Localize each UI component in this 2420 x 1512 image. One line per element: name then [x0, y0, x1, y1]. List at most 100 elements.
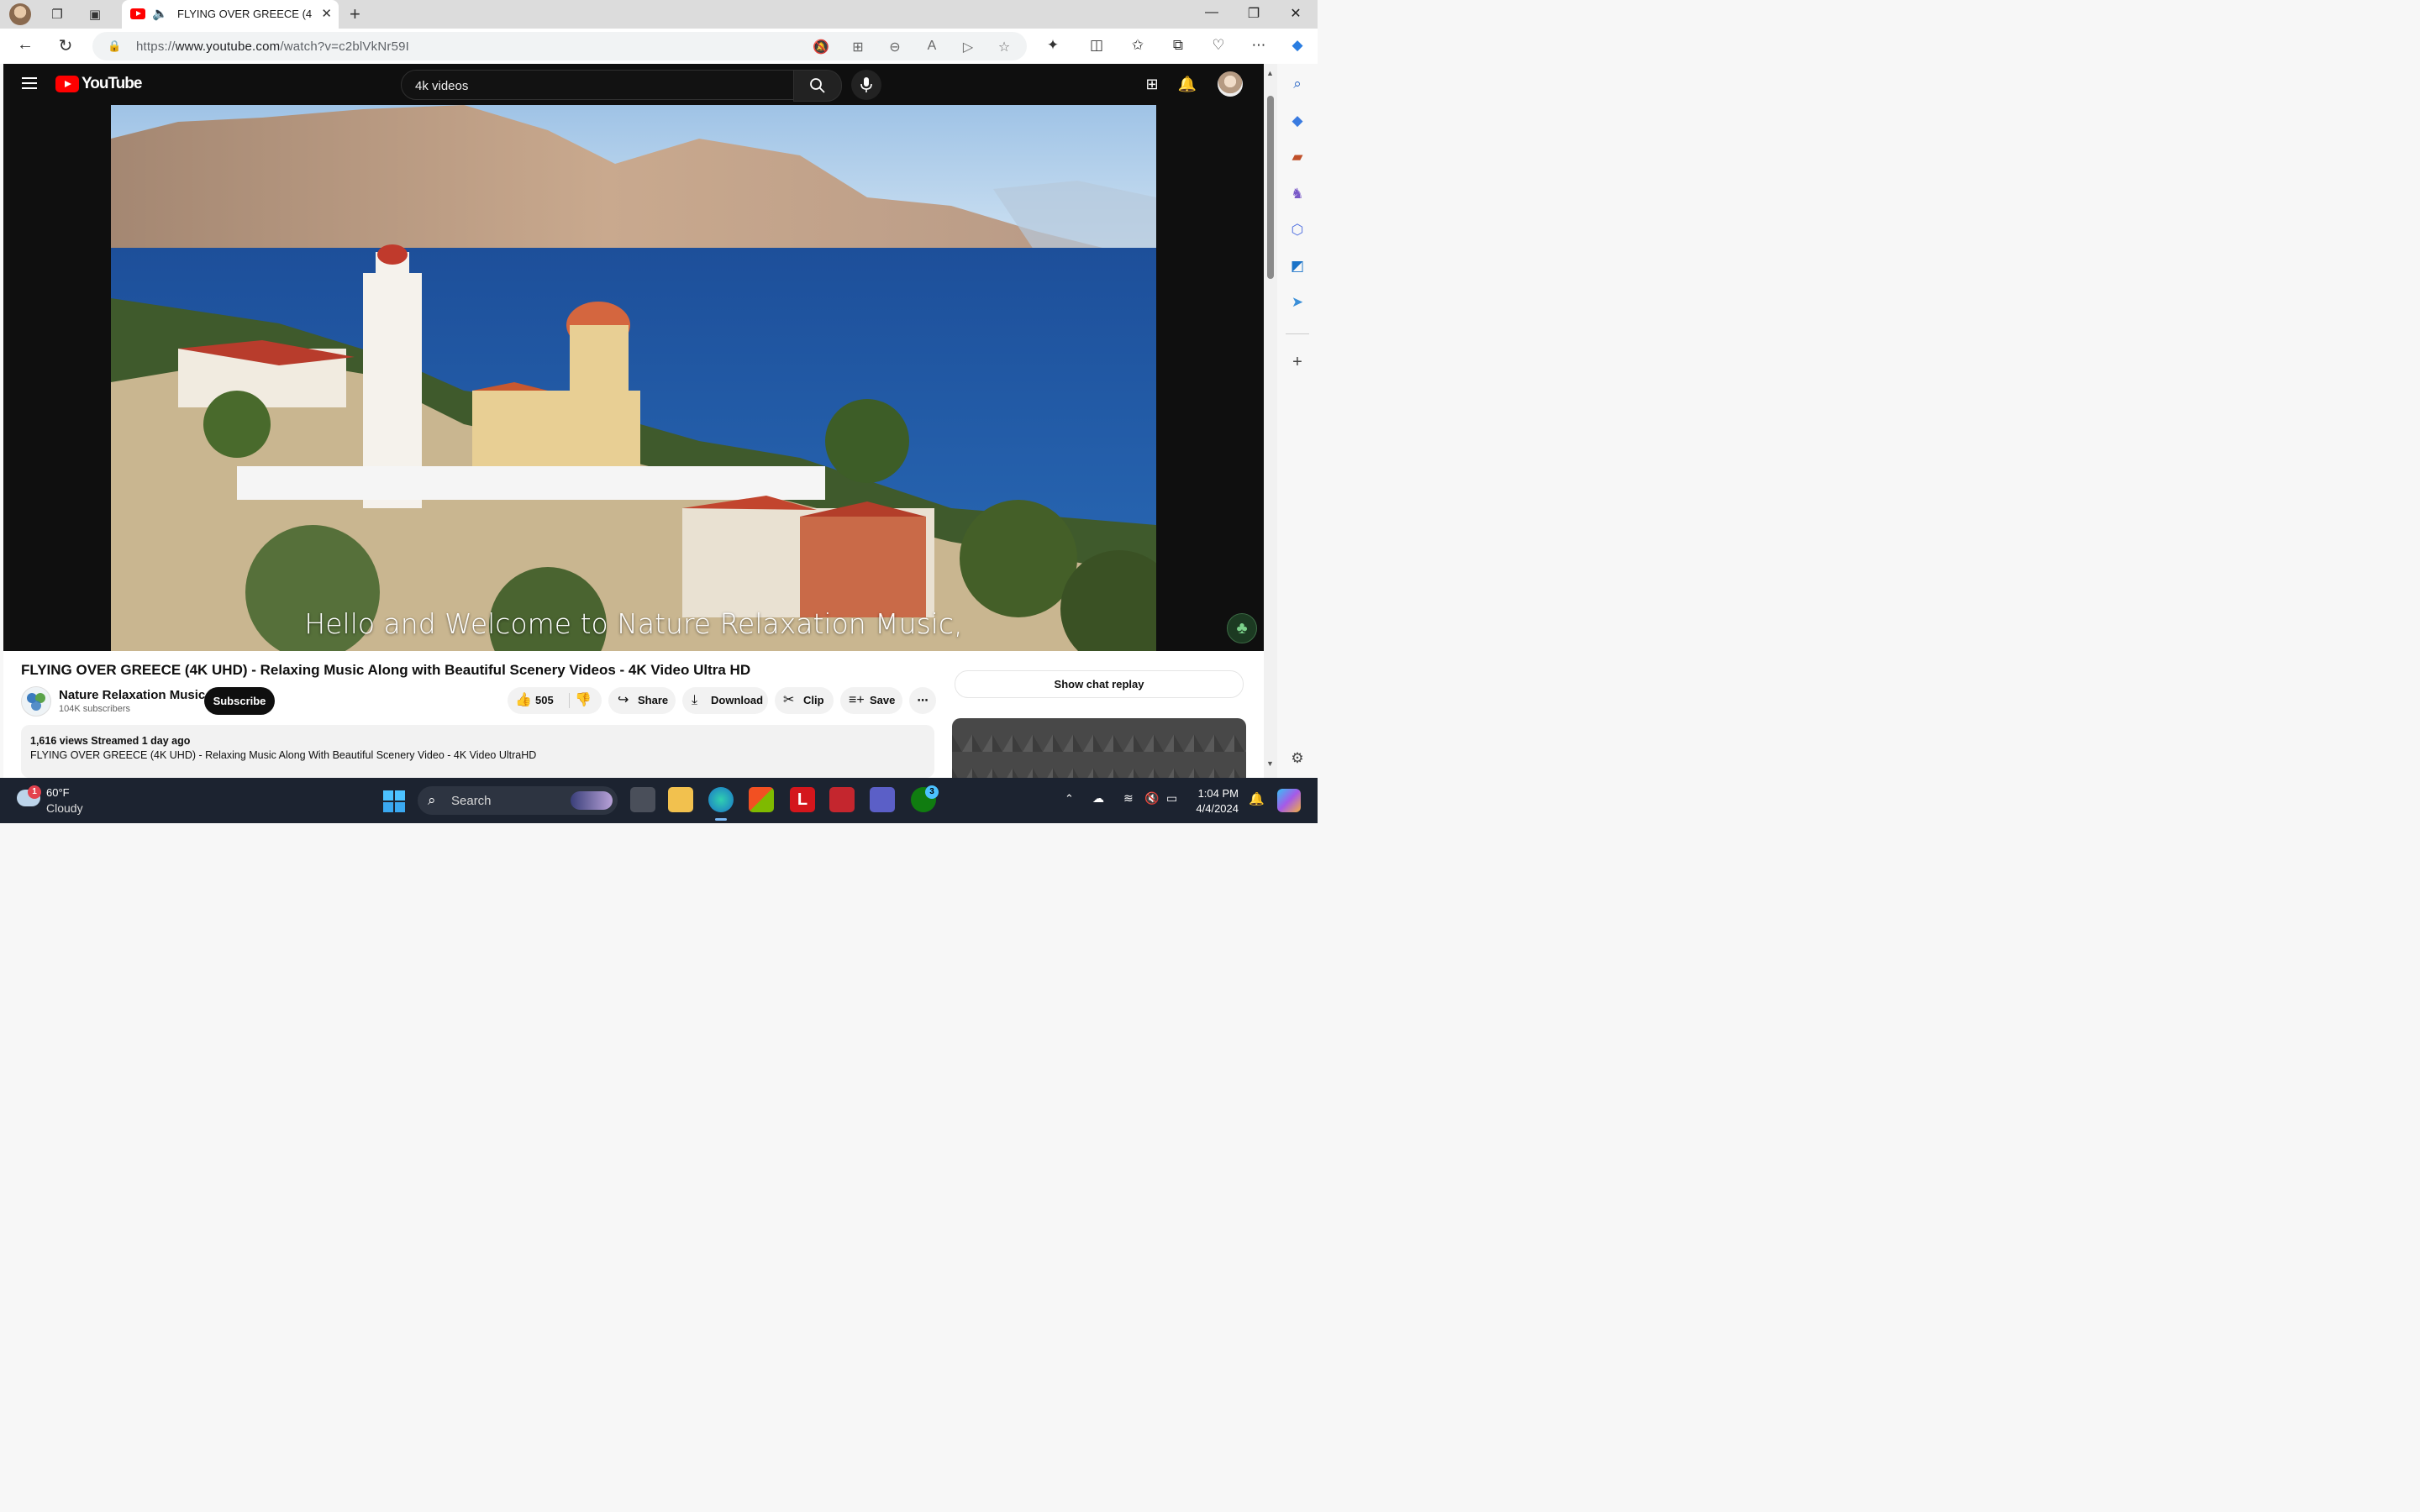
collections-icon[interactable]: ⧉ — [1167, 37, 1189, 54]
scroll-down-icon[interactable]: ▼ — [1266, 759, 1274, 768]
clip-button[interactable]: ✂ Clip — [775, 687, 834, 714]
address-bar[interactable]: 🔒 https://www.youtube.com/watch?v=c2blVk… — [92, 32, 1027, 60]
browser-essentials-icon[interactable]: ♡ — [1207, 37, 1229, 54]
share-button[interactable]: ↪ Share — [608, 687, 676, 714]
app-available-icon[interactable]: ⊞ — [849, 39, 867, 55]
video-mode-icon[interactable]: ▷ — [959, 39, 977, 55]
close-window-icon[interactable]: ✕ — [1279, 5, 1313, 22]
microsoft-store-icon[interactable] — [749, 787, 774, 812]
youtube-logo-icon[interactable] — [55, 76, 79, 92]
split-screen-icon[interactable]: ◫ — [1086, 37, 1107, 54]
tab-youtube[interactable]: 🔈 FLYING OVER GREECE (4K UHD) - Relaxing… — [122, 0, 339, 29]
zoom-out-icon[interactable]: ⊖ — [886, 39, 904, 55]
search-button[interactable] — [793, 70, 842, 102]
show-hidden-icons-icon[interactable]: ⌃ — [1065, 792, 1074, 806]
video-details: FLYING OVER GREECE (4K UHD) - Relaxing M… — [3, 651, 1264, 778]
lock-icon[interactable]: 🔒 — [108, 39, 121, 53]
office-app-icon[interactable] — [829, 787, 855, 812]
weather-condition[interactable]: Cloudy — [46, 801, 83, 815]
tab-title: FLYING OVER GREECE (4K UHD) - Relaxing M… — [177, 8, 312, 20]
taskbar-search[interactable]: ⌕ Search — [418, 786, 618, 815]
channel-name[interactable]: Nature Relaxation Music — [59, 688, 205, 702]
volume-muted-icon[interactable]: 🔇 — [1144, 791, 1159, 806]
copilot-taskbar-icon[interactable] — [1277, 789, 1301, 812]
youtube-favicon-icon — [130, 8, 145, 19]
account-avatar[interactable] — [1218, 71, 1243, 97]
wifi-icon[interactable]: ≋ — [1123, 791, 1134, 806]
lenovo-l-icon[interactable]: L — [790, 787, 815, 812]
clock-time[interactable]: 1:04 PM — [1186, 787, 1239, 800]
save-label: Save — [870, 694, 896, 706]
file-explorer-icon[interactable] — [668, 787, 693, 812]
like-count[interactable]: 505 — [535, 687, 554, 714]
video-caption: Hello and Welcome to Nature Relaxation M… — [304, 607, 963, 640]
channel-avatar[interactable] — [21, 686, 51, 717]
sidebar-drop-icon[interactable]: ➤ — [1287, 292, 1307, 312]
sidebar-settings-icon[interactable]: ⚙ — [1287, 748, 1307, 769]
minimize-icon[interactable]: — — [1195, 5, 1228, 20]
thumbs-up-icon[interactable]: 👍 — [515, 687, 532, 714]
task-view-icon[interactable] — [630, 787, 655, 812]
sidebar-shopping-icon[interactable]: ◆ — [1287, 111, 1307, 131]
battery-icon[interactable]: ▭ — [1166, 791, 1177, 806]
windows-taskbar: 1 60°F Cloudy ⌕ Search L 3 ⌃ ☁ ≋ 🔇 ▭ 1:0… — [0, 778, 1318, 823]
workspaces-icon[interactable]: ❐ — [47, 4, 67, 24]
refresh-icon[interactable]: ↻ — [55, 35, 76, 56]
more-actions-icon[interactable]: ⋯ — [909, 687, 936, 714]
show-chat-replay-button[interactable]: Show chat replay — [955, 670, 1244, 698]
chat-thumbnail[interactable] — [952, 718, 1246, 778]
page-scrollbar[interactable]: ▲ ▼ — [1264, 64, 1277, 778]
favorite-star-icon[interactable]: ☆ — [995, 39, 1013, 55]
speaker-icon[interactable]: 🔈 — [152, 6, 168, 21]
notifications-blocked-icon[interactable]: 🔕 — [812, 39, 830, 55]
sidebar-search-icon[interactable]: ⌕ — [1287, 74, 1307, 94]
close-tab-icon[interactable]: ✕ — [321, 6, 332, 21]
more-menu-icon[interactable]: ⋯ — [1248, 37, 1270, 54]
teams-icon[interactable] — [870, 787, 895, 812]
download-icon: ⤓ — [692, 693, 698, 707]
notification-bell-icon[interactable]: 🔔 — [1249, 791, 1265, 806]
download-label: Download — [711, 694, 764, 706]
start-windows-icon[interactable] — [383, 790, 405, 812]
video-frame-image — [111, 105, 1156, 651]
channel-watermark-icon[interactable]: ♣ — [1227, 613, 1257, 643]
clock-date[interactable]: 4/4/2024 — [1186, 802, 1239, 815]
notifications-bell-icon[interactable]: 🔔 — [1177, 76, 1197, 93]
sidebar-outlook-icon[interactable]: ◩ — [1287, 256, 1307, 276]
sidebar-tools-icon[interactable]: ▰ — [1287, 147, 1307, 167]
video-player[interactable]: Hello and Welcome to Nature Relaxation M… — [111, 105, 1156, 651]
voice-search-button[interactable] — [851, 70, 881, 100]
subscribe-button[interactable]: Subscribe — [204, 687, 275, 715]
sidebar-m365-icon[interactable]: ⬡ — [1287, 220, 1307, 240]
restore-icon[interactable]: ❐ — [1237, 5, 1270, 22]
scroll-up-icon[interactable]: ▲ — [1266, 69, 1274, 77]
read-aloud-icon[interactable]: A — [923, 39, 941, 54]
save-button[interactable]: ≡+ Save — [840, 687, 902, 714]
edge-browser-icon[interactable] — [708, 787, 734, 812]
new-tab-icon[interactable]: + — [350, 3, 360, 25]
search-input[interactable] — [413, 78, 786, 94]
copilot-icon[interactable]: ◆ — [1286, 37, 1308, 54]
back-icon[interactable]: ← — [14, 35, 36, 55]
thumbs-down-icon[interactable]: 👎 — [575, 687, 592, 714]
description-box[interactable]: 1,616 views Streamed 1 day ago FLYING OV… — [21, 725, 934, 778]
sidebar-games-icon[interactable]: ♞ — [1287, 184, 1307, 204]
subscriber-count: 104K subscribers — [59, 704, 130, 714]
hamburger-menu-icon[interactable] — [22, 77, 37, 89]
favorites-icon[interactable]: ✩ — [1127, 37, 1149, 54]
create-video-icon[interactable]: ⊞ — [1142, 76, 1162, 93]
weather-temperature[interactable]: 60°F — [46, 786, 70, 799]
sidebar-divider — [1286, 333, 1309, 334]
profile-avatar[interactable] — [9, 3, 31, 25]
sidebar-add-icon[interactable]: + — [1287, 352, 1307, 372]
url-text[interactable]: https://www.youtube.com/watch?v=c2blVkNr… — [136, 39, 409, 54]
extensions-icon[interactable]: ✦ — [1042, 37, 1064, 54]
youtube-logo-text[interactable]: YouTube — [82, 75, 142, 93]
video-title: FLYING OVER GREECE (4K UHD) - Relaxing M… — [21, 662, 751, 678]
search-box[interactable] — [401, 70, 794, 100]
tab-actions-icon[interactable]: ▣ — [85, 4, 105, 24]
like-dislike-group: 👍 505 👎 — [508, 687, 602, 714]
scroll-thumb[interactable] — [1267, 96, 1274, 279]
download-button[interactable]: ⤓ Download — [682, 687, 768, 714]
onedrive-icon[interactable]: ☁ — [1092, 791, 1104, 806]
